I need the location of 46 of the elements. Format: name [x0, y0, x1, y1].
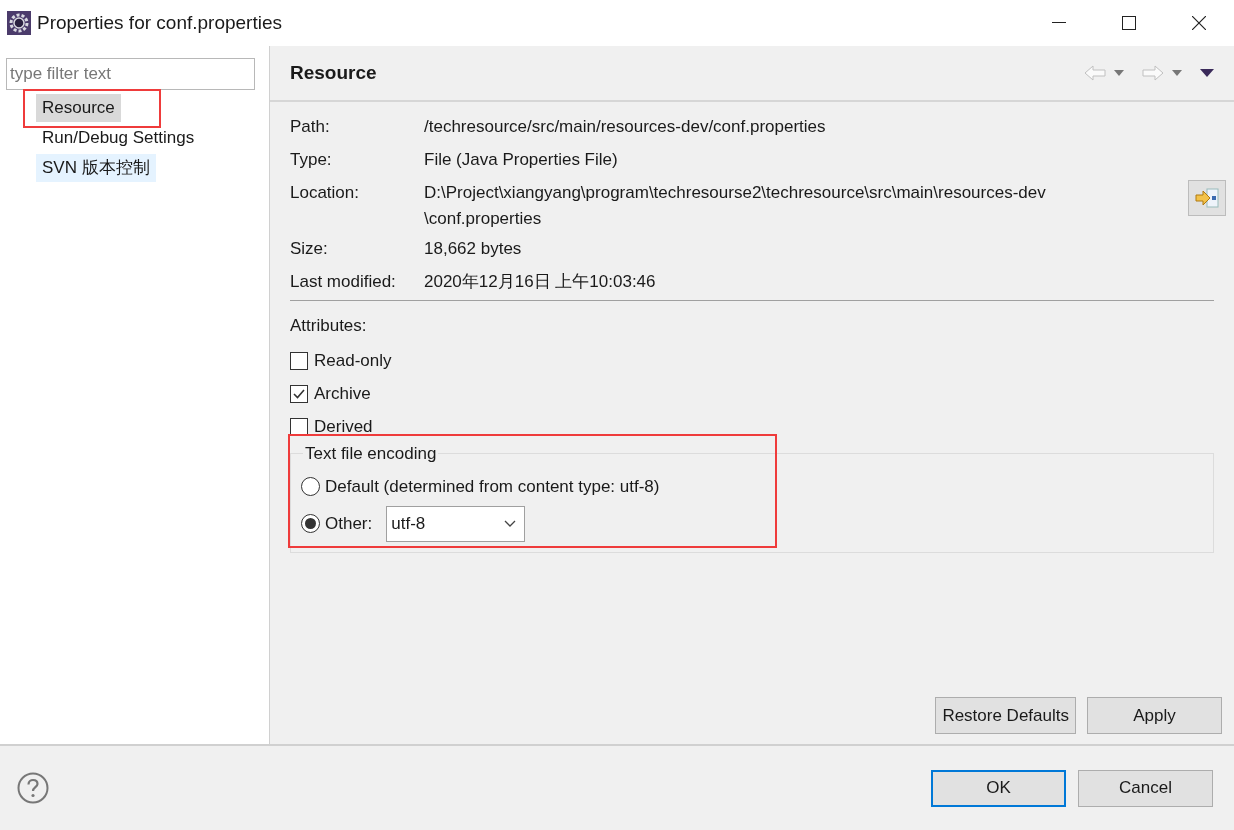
field-value: File (Java Properties File)	[424, 149, 618, 171]
page-title: Resource	[290, 60, 377, 85]
window-title: Properties for conf.properties	[37, 10, 282, 35]
field-label: Path:	[290, 116, 331, 138]
section-label: Attributes:	[290, 315, 368, 337]
field-value: /techresource/src/main/resources-dev/conf.properties	[424, 116, 826, 138]
encoding-dropdown[interactable]: utf-8	[386, 505, 526, 542]
dropdown-caret-icon[interactable]	[1172, 70, 1182, 76]
action-button[interactable]: Restore Defaults	[935, 697, 1076, 734]
field-label: Size:	[290, 238, 329, 260]
radio-button[interactable]	[301, 514, 320, 533]
sidebar-item[interactable]: SVN 版本控制	[36, 154, 156, 182]
maximize-icon	[1122, 16, 1136, 30]
arrow-document-icon	[1195, 188, 1219, 208]
checkbox[interactable]	[290, 351, 308, 370]
checkbox[interactable]	[290, 417, 308, 436]
sidebar-item[interactable]: Resource	[36, 94, 121, 122]
field-label: Last modified:	[290, 271, 397, 293]
checkbox-label: Read-only	[314, 349, 392, 372]
dialog-button[interactable]: OK	[931, 769, 1066, 807]
field-value: 18,662 bytes	[424, 238, 522, 260]
dropdown-value: utf-8	[391, 512, 426, 535]
field-label: Location:	[290, 182, 360, 204]
checkbox[interactable]	[290, 384, 308, 403]
sidebar-item[interactable]: Run/Debug Settings	[36, 124, 201, 152]
checkmark-icon	[293, 388, 305, 399]
filter-field[interactable]: type filter text	[6, 58, 255, 90]
field-value: D:\Project\xiangyang\program\techresourse2\techresource\src\main\resources-dev	[424, 182, 1046, 204]
field-value: \conf.properties	[424, 208, 543, 230]
help-icon[interactable]	[17, 772, 49, 804]
field-value: 2020年12月16日 上午10:03:46	[424, 271, 656, 293]
field-label: Type:	[290, 149, 333, 171]
chevron-down-icon	[504, 520, 517, 527]
minimize-icon	[1052, 22, 1066, 24]
dropdown-caret-icon[interactable]	[1114, 70, 1124, 76]
view-menu-icon[interactable]	[1200, 69, 1214, 77]
open-location-button[interactable]	[1188, 180, 1226, 216]
radio-button[interactable]	[301, 477, 320, 496]
action-button[interactable]: Apply	[1087, 697, 1222, 734]
radio-label: Default (determined from content type: utf-8)	[325, 475, 660, 498]
close-icon	[1192, 16, 1206, 30]
radio-label: Other:	[325, 512, 373, 535]
checkbox-label: Derived	[314, 415, 373, 438]
checkbox-label: Archive	[314, 382, 371, 405]
gear-icon	[7, 11, 31, 35]
dialog-button[interactable]: Cancel	[1078, 769, 1213, 807]
